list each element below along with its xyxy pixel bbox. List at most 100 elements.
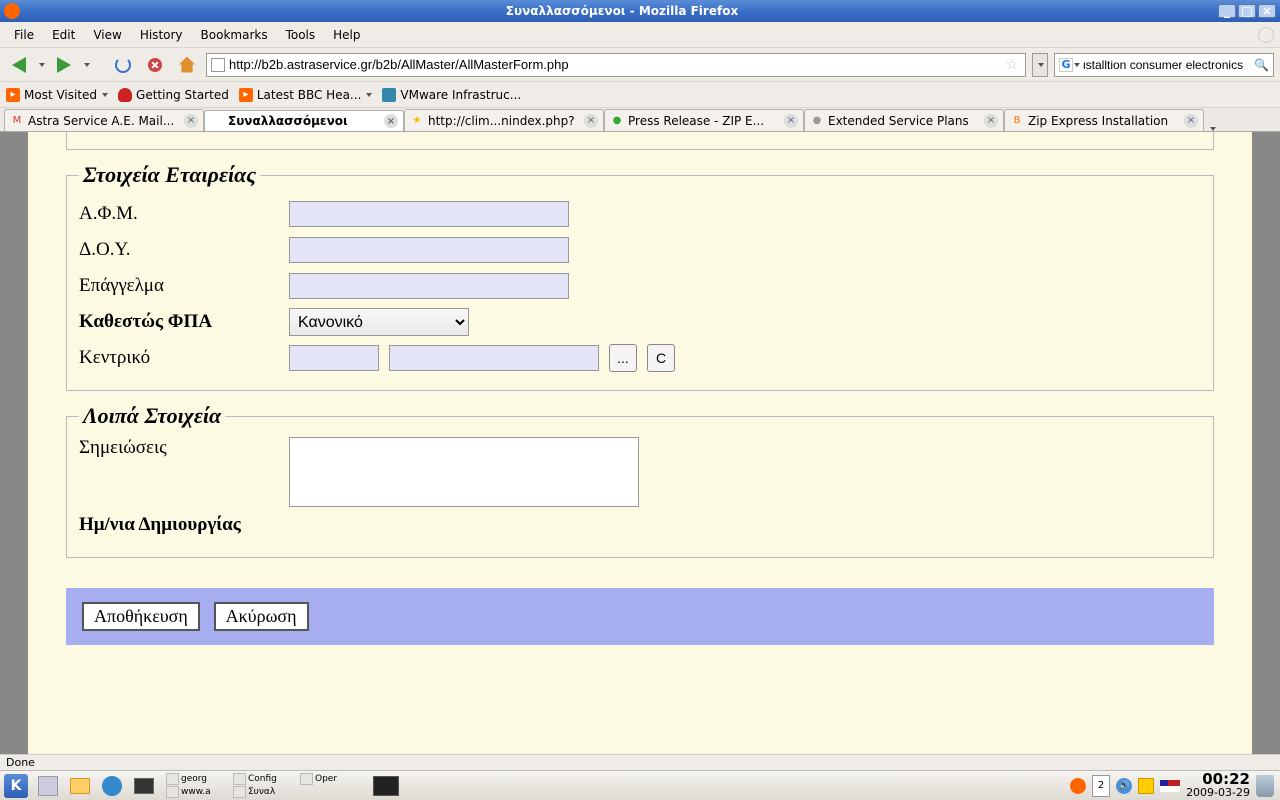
bookmark-star-icon[interactable]: ☆	[1005, 57, 1018, 73]
tab-label: Press Release - ZIP E...	[628, 114, 780, 128]
tab-close-icon[interactable]: ×	[384, 114, 398, 128]
search-go-icon[interactable]: 🔍	[1254, 58, 1269, 72]
navigation-toolbar: ☆ G 🔍	[0, 48, 1280, 82]
menu-file[interactable]: File	[6, 26, 42, 44]
menu-help[interactable]: Help	[325, 26, 368, 44]
back-history-dropdown[interactable]	[39, 63, 45, 67]
google-icon[interactable]: G	[1059, 58, 1073, 72]
konqueror-icon	[102, 776, 122, 796]
label-created-date: Ημ/νια Δημιουργίας	[79, 514, 241, 536]
close-button[interactable]: ×	[1258, 4, 1276, 18]
search-input[interactable]	[1083, 58, 1254, 72]
url-input[interactable]	[229, 57, 1002, 72]
bookmark-most-visited[interactable]: ▸Most Visited	[6, 88, 108, 102]
menu-tools[interactable]: Tools	[278, 26, 324, 44]
favicon: ●	[810, 114, 824, 128]
tab-close-icon[interactable]: ×	[584, 114, 598, 128]
konqueror-button[interactable]	[97, 773, 127, 799]
trash-icon[interactable]	[1256, 775, 1274, 797]
browser-tab[interactable]: MAstra Service A.E. Mail...×	[4, 109, 204, 131]
status-bar: Done	[0, 754, 1280, 770]
favicon: ★	[410, 114, 424, 128]
browser-tab[interactable]: ●Press Release - ZIP E...×	[604, 109, 804, 131]
browser-tab[interactable]: B Zip Express Installation ×	[1004, 109, 1204, 131]
input-central-code[interactable]	[289, 345, 379, 371]
tab-close-icon[interactable]: ×	[984, 114, 998, 128]
volume-icon[interactable]: 🔊	[1116, 778, 1132, 794]
clear-button[interactable]: C	[647, 344, 675, 372]
content-area[interactable]: Στοιχεία Εταιρείας Α.Φ.Μ. Δ.Ο.Υ. Επάγγελ…	[0, 132, 1280, 754]
forward-history-dropdown[interactable]	[84, 63, 90, 67]
input-central-desc[interactable]	[389, 345, 599, 371]
konsole-button[interactable]	[129, 773, 159, 799]
label-afm: Α.Φ.Μ.	[79, 203, 279, 225]
taskbar-entry[interactable]	[233, 786, 246, 798]
reload-button[interactable]	[110, 52, 136, 78]
home-button[interactable]	[174, 52, 200, 78]
minimize-button[interactable]: _	[1218, 4, 1236, 18]
terminal-icon	[373, 776, 399, 796]
action-button-bar: Αποθήκευση Ακύρωση	[66, 588, 1214, 645]
label-notes: Σημειώσεις	[79, 437, 279, 459]
save-button[interactable]: Αποθήκευση	[82, 602, 200, 631]
tab-close-icon[interactable]: ×	[784, 114, 798, 128]
favicon: B	[1010, 114, 1024, 128]
search-box[interactable]: G 🔍	[1054, 53, 1274, 77]
maximize-button[interactable]: □	[1238, 4, 1256, 18]
taskbar-konsole[interactable]	[371, 773, 401, 799]
back-button[interactable]	[6, 52, 32, 78]
terminal-icon	[134, 778, 154, 794]
desktop-pager[interactable]: 2	[1092, 775, 1110, 797]
fieldset-other: Λοιπά Στοιχεία Σημειώσεις Ημ/νια Δημιουρ…	[66, 403, 1214, 558]
tab-label: Zip Express Installation	[1028, 114, 1180, 128]
menu-bookmarks[interactable]: Bookmarks	[193, 26, 276, 44]
menu-edit[interactable]: Edit	[44, 26, 83, 44]
taskbar-entry-label: www.a	[181, 787, 231, 797]
tab-close-icon[interactable]: ×	[1184, 114, 1198, 128]
browser-tab[interactable]: Συναλλασσόμενοι×	[204, 110, 404, 132]
bookmark-vmware[interactable]: VMware Infrastruc...	[382, 88, 521, 102]
input-afm[interactable]	[289, 201, 569, 227]
tab-overflow-dropdown[interactable]	[1204, 127, 1220, 131]
klipper-icon[interactable]	[1138, 778, 1154, 794]
tab-label: Extended Service Plans	[828, 114, 980, 128]
rss-icon: ▸	[6, 88, 20, 102]
forward-button[interactable]	[51, 52, 77, 78]
lookup-button[interactable]: ...	[609, 344, 637, 372]
cancel-button[interactable]: Ακύρωση	[214, 602, 309, 631]
keyboard-layout-icon[interactable]	[1160, 780, 1180, 792]
search-engine-dropdown[interactable]	[1074, 63, 1080, 67]
kmenu-button[interactable]: K	[1, 773, 31, 799]
select-vat-status[interactable]: Κανονικό	[289, 308, 469, 336]
mozilla-icon	[118, 88, 132, 102]
bookmark-label: Getting Started	[136, 88, 229, 102]
tab-bar: MAstra Service A.E. Mail...×Συναλλασσόμε…	[0, 108, 1280, 132]
system-button[interactable]	[33, 773, 63, 799]
menu-view[interactable]: View	[85, 26, 129, 44]
url-history-dropdown[interactable]	[1032, 53, 1048, 77]
show-desktop-button[interactable]	[65, 773, 95, 799]
rss-icon: ▸	[239, 88, 253, 102]
url-bar[interactable]: ☆	[206, 53, 1026, 77]
taskbar-entry-label: georg	[181, 774, 231, 784]
firefox-icon	[4, 3, 20, 19]
browser-tab[interactable]: ★http://clim...nindex.php?×	[404, 109, 604, 131]
textarea-notes[interactable]	[289, 437, 639, 507]
firefox-tray-icon[interactable]	[1070, 778, 1086, 794]
taskbar-entry[interactable]	[233, 773, 246, 785]
menu-bar: File Edit View History Bookmarks Tools H…	[0, 22, 1280, 48]
menu-history[interactable]: History	[132, 26, 191, 44]
taskbar-entry[interactable]	[300, 773, 313, 785]
input-doy[interactable]	[289, 237, 569, 263]
browser-tab[interactable]: ● Extended Service Plans ×	[804, 109, 1004, 131]
bookmark-latest-bbc[interactable]: ▸Latest BBC Hea...	[239, 88, 373, 102]
taskbar-entry[interactable]	[166, 786, 179, 798]
legend-company: Στοιχεία Εταιρείας	[79, 162, 260, 188]
window-titlebar: Συναλλασσόμενοι - Mozilla Firefox _ □ ×	[0, 0, 1280, 22]
taskbar-entry[interactable]	[166, 773, 179, 785]
bookmark-getting-started[interactable]: Getting Started	[118, 88, 229, 102]
tab-close-icon[interactable]: ×	[184, 114, 198, 128]
clock[interactable]: 00:22 2009-03-29	[1186, 773, 1250, 799]
stop-button[interactable]	[142, 52, 168, 78]
input-profession[interactable]	[289, 273, 569, 299]
